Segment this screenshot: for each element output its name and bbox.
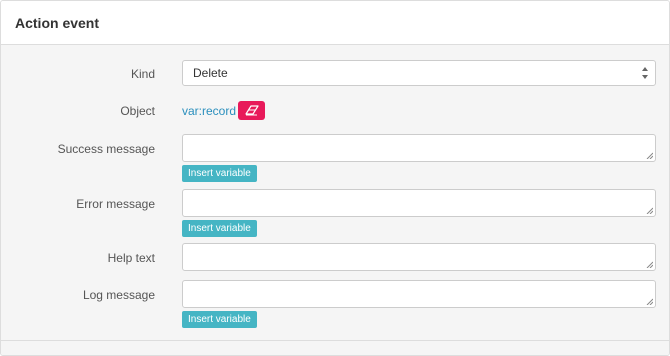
error-insert-variable-button[interactable]: Insert variable [182,220,257,237]
object-link[interactable]: var:record [182,104,236,118]
object-label: Object [120,104,155,118]
resize-grip-icon[interactable] [646,298,653,305]
log-insert-variable-button[interactable]: Insert variable [182,311,257,328]
help-text-textarea[interactable] [182,243,656,271]
kind-select[interactable]: Delete [182,60,656,86]
log-message-label: Log message [82,288,155,302]
panel-footer [1,340,669,355]
clear-object-button[interactable] [238,101,265,120]
kind-label: Kind [130,67,155,81]
log-message-textarea[interactable] [182,280,656,308]
resize-grip-icon[interactable] [646,261,653,268]
resize-grip-icon[interactable] [646,207,653,214]
kind-select-value: Delete [193,66,228,80]
resize-grip-icon[interactable] [646,152,653,159]
up-down-caret-icon [642,67,648,79]
eraser-icon [244,105,259,116]
error-message-textarea[interactable] [182,189,656,217]
success-message-textarea[interactable] [182,134,656,162]
error-message-label: Error message [76,197,155,211]
help-text-label: Help text [107,251,155,265]
action-event-form: Kind Delete Object var:record Success me… [1,45,669,340]
success-message-label: Success message [57,142,155,156]
success-insert-variable-button[interactable]: Insert variable [182,165,257,182]
panel-title: Action event [15,14,100,31]
action-event-panel: Action event Kind Delete Object var:reco… [0,0,670,356]
panel-header: Action event [1,1,669,45]
